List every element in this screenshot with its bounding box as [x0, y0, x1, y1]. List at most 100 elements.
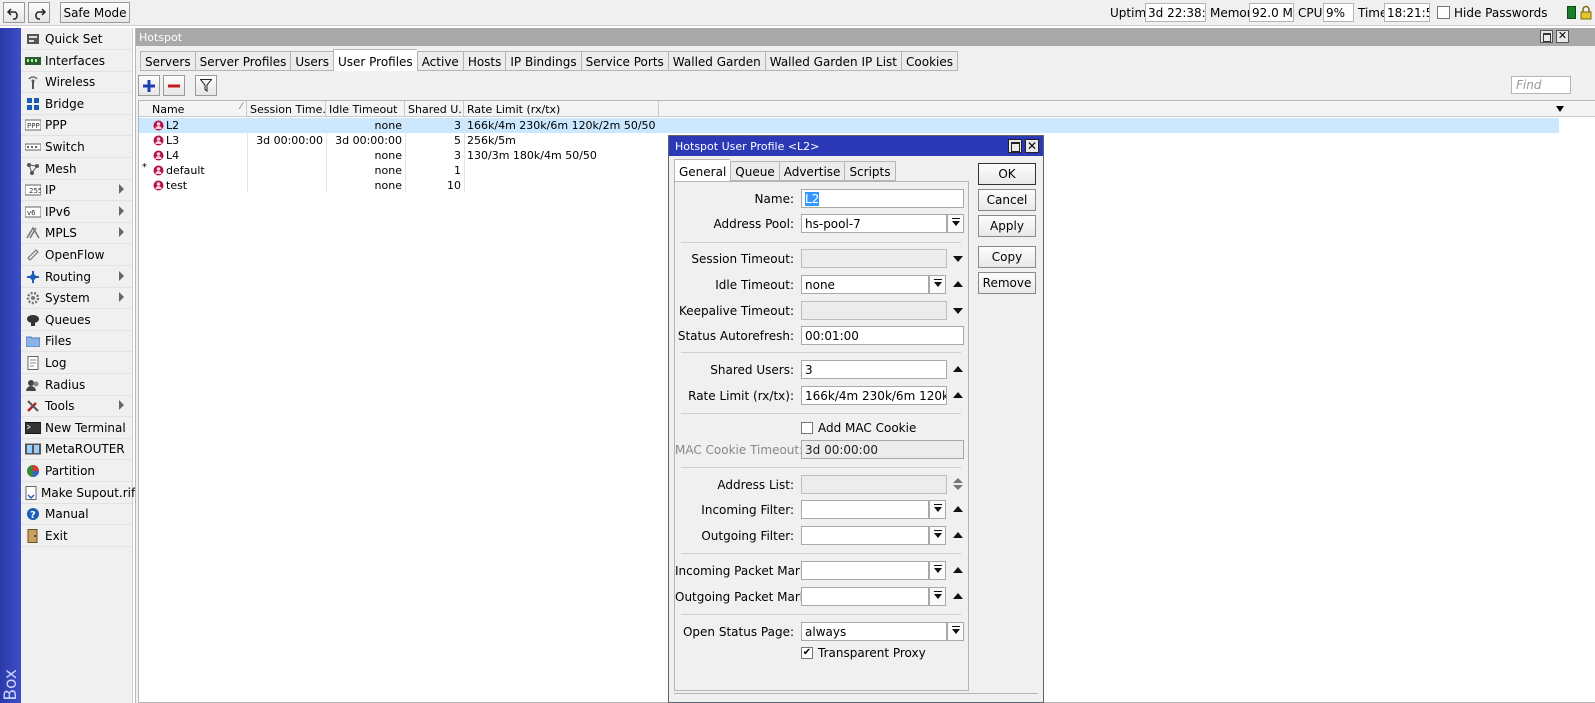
incoming-filter-select[interactable]	[801, 500, 929, 519]
undo-button[interactable]	[3, 2, 25, 23]
add-button[interactable]	[138, 75, 160, 96]
shared-users-input[interactable]: 3	[801, 360, 947, 379]
mac-cookie-timeout-input[interactable]: 3d 00:00:00	[801, 440, 964, 459]
expand-down-icon[interactable]	[953, 308, 963, 314]
column-header-idle-timeout[interactable]: Idle Timeout	[326, 101, 405, 117]
sidebar-item-system[interactable]: System	[21, 288, 132, 310]
collapse-up-icon[interactable]	[953, 392, 963, 398]
dialog-titlebar[interactable]: Hotspot User Profile <L2> ✕	[669, 136, 1043, 156]
status-autorefresh-input[interactable]: 00:01:00	[801, 326, 964, 345]
sidebar-item-exit[interactable]: Exit	[21, 526, 132, 547]
sidebar-item-quick-set[interactable]: Quick Set	[21, 29, 132, 50]
incoming-packet-mark-select[interactable]	[801, 561, 929, 580]
remove-button[interactable]: Remove	[978, 272, 1036, 294]
sidebar-item-routing[interactable]: Routing	[21, 267, 132, 288]
sidebar-item-openflow[interactable]: OpenFlow	[21, 245, 132, 266]
session-timeout-input[interactable]	[801, 249, 947, 268]
sidebar-item-interfaces[interactable]: Interfaces	[21, 51, 132, 72]
dialog-tab-queue[interactable]: Queue	[730, 161, 779, 181]
sidebar-item-mpls[interactable]: MPLS	[21, 223, 132, 245]
outgoing-packet-mark-dropdown[interactable]	[929, 587, 946, 606]
add-mac-cookie-checkbox[interactable]	[801, 422, 813, 434]
cancel-button[interactable]: Cancel	[978, 189, 1036, 211]
up-down-icon[interactable]	[953, 478, 963, 490]
tab-users[interactable]: Users	[290, 51, 333, 71]
sidebar-item-partition[interactable]: Partition	[21, 461, 132, 482]
hide-passwords-checkbox[interactable]	[1437, 6, 1450, 19]
open-status-page-select[interactable]: always	[801, 622, 947, 641]
collapse-up-icon[interactable]	[953, 567, 963, 573]
sidebar-item-ip[interactable]: 255 IP	[21, 180, 132, 202]
sidebar-item-new-terminal[interactable]: New Terminal	[21, 418, 132, 439]
dialog-close-button[interactable]: ✕	[1025, 139, 1039, 153]
tab-service-ports[interactable]: Service Ports	[580, 51, 668, 71]
column-header-name[interactable]: Name ⁄	[149, 101, 247, 117]
sidebar-item-manual[interactable]: ? Manual	[21, 504, 132, 526]
sidebar-item-make-supout-rif[interactable]: Make Supout.rif	[21, 483, 135, 504]
filter-button[interactable]	[195, 75, 217, 96]
sidebar-item-bridge[interactable]: Bridge	[21, 94, 132, 115]
rate-limit-input[interactable]: 166k/4m 230k/6m 120k/2m 5	[801, 386, 947, 405]
sidebar-item-wireless[interactable]: Wireless	[21, 72, 132, 94]
address-pool-dropdown[interactable]	[947, 214, 964, 233]
dialog-tab-advertise[interactable]: Advertise	[778, 161, 845, 181]
tab-ip-bindings[interactable]: IP Bindings	[505, 51, 581, 71]
tab-walled-garden[interactable]: Walled Garden	[667, 51, 765, 71]
ok-button[interactable]: OK	[978, 163, 1036, 185]
tab-servers[interactable]: Servers	[140, 51, 195, 71]
sidebar-item-tools[interactable]: Tools	[21, 396, 132, 418]
tab-walled-garden-ip-list[interactable]: Walled Garden IP List	[764, 51, 902, 71]
sidebar-item-radius[interactable]: Radius	[21, 375, 132, 396]
copy-button[interactable]: Copy	[978, 246, 1036, 268]
redo-button[interactable]	[28, 2, 50, 23]
address-pool-select[interactable]: hs-pool-7	[801, 214, 947, 233]
dialog-tab-scripts[interactable]: Scripts	[844, 161, 896, 181]
idle-timeout-input[interactable]: none	[801, 275, 929, 294]
sidebar-item-log[interactable]: Log	[21, 353, 132, 374]
outgoing-filter-dropdown[interactable]	[929, 526, 946, 545]
outgoing-packet-mark-select[interactable]	[801, 587, 929, 606]
tab-cookies[interactable]: Cookies	[901, 51, 958, 71]
sidebar-item-queues[interactable]: Queues	[21, 310, 132, 331]
sidebar-item-metarouter[interactable]: MetaROUTER	[21, 439, 132, 461]
column-header-session-timeout[interactable]: Session Time...	[247, 101, 326, 117]
collapse-up-icon[interactable]	[953, 281, 963, 287]
name-input[interactable]: L2	[801, 189, 964, 208]
sidebar-item-ipv6[interactable]: v6 IPv6	[21, 202, 132, 223]
sidebar-item-files[interactable]: Files	[21, 331, 132, 353]
expand-down-icon[interactable]	[953, 256, 963, 262]
incoming-packet-mark-dropdown[interactable]	[929, 561, 946, 580]
sidebar-item-ppp[interactable]: PPP PPP	[21, 115, 132, 137]
column-menu-dropdown[interactable]	[1556, 106, 1564, 112]
remove-button[interactable]	[163, 75, 185, 96]
column-header-shared-users[interactable]: Shared U...	[405, 101, 464, 117]
tab-hosts[interactable]: Hosts	[462, 51, 506, 71]
dialog-tab-general[interactable]: General	[674, 159, 731, 181]
close-button[interactable]: ✕	[1556, 30, 1569, 43]
collapse-up-icon[interactable]	[953, 366, 963, 372]
transparent-proxy-checkbox[interactable]: ✔	[801, 647, 813, 659]
apply-button[interactable]: Apply	[978, 215, 1036, 237]
address-list-input[interactable]	[801, 475, 947, 494]
hotspot-titlebar[interactable]: Hotspot ✕	[136, 28, 1595, 46]
sort-icon: ⁄	[240, 102, 242, 112]
open-status-page-dropdown[interactable]	[947, 622, 964, 641]
idle-timeout-dropdown[interactable]	[929, 275, 946, 294]
table-row[interactable]: L2 none 3 166k/4m 230k/6m 120k/2m 50/50	[139, 118, 1559, 133]
collapse-up-icon[interactable]	[953, 506, 963, 512]
outgoing-filter-select[interactable]	[801, 526, 929, 545]
safe-mode-button[interactable]: Safe Mode	[60, 2, 130, 23]
keepalive-timeout-input[interactable]	[801, 301, 947, 320]
sidebar-item-mesh[interactable]: Mesh	[21, 159, 132, 180]
tab-server-profiles[interactable]: Server Profiles	[194, 51, 291, 71]
tab-active[interactable]: Active	[416, 51, 463, 71]
sidebar-item-switch[interactable]: Switch	[21, 137, 132, 158]
column-header-rate-limit[interactable]: Rate Limit (rx/tx)	[464, 101, 659, 117]
maximize-button[interactable]	[1540, 30, 1553, 43]
tab-user-profiles[interactable]: User Profiles	[332, 49, 417, 71]
dialog-maximize-button[interactable]	[1008, 139, 1022, 153]
collapse-up-icon[interactable]	[953, 593, 963, 599]
collapse-up-icon[interactable]	[953, 532, 963, 538]
find-input[interactable]: Find	[1511, 76, 1571, 94]
incoming-filter-dropdown[interactable]	[929, 500, 946, 519]
